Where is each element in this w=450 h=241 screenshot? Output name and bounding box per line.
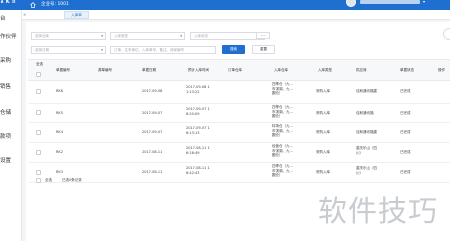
cell-date: 2017-09-07 (142, 130, 163, 134)
app-logo: ∧ K ㅍ (0, 0, 17, 5)
sidebar-item-sales[interactable]: 销售 (0, 82, 22, 90)
table-row[interactable]: RK2 2017-08-11 2017-08-11 1 6:16:49 经营仓（… (28, 143, 450, 163)
table-row[interactable]: RK5 2017-09-07 2017-09-07 1 6:20:09 四季仓（… (28, 104, 450, 123)
cell-supplier: 佳和通讯福建 (356, 89, 377, 93)
cell-expected: 2017-09-08 1 1:13:22 (186, 85, 210, 94)
tabs-bar: × 入库单 (22, 10, 450, 20)
cell-status: 已完成 (400, 150, 411, 154)
batch-action-button[interactable]: 已选0条记录 (62, 178, 82, 183)
more-filters-button[interactable]: ... (256, 32, 270, 39)
row-checkbox[interactable] (36, 89, 41, 94)
cell-in-warehouse: 特场仓（九… 市滨湖，九… 圆仓） (272, 124, 293, 137)
cell-supplier: 重庆乐山（四 川） (356, 146, 377, 155)
reset-button[interactable]: 重置 (252, 45, 275, 54)
cell-supplier: 重庆乐山（四 川） (356, 166, 377, 175)
header-status: 单据状态 (400, 68, 414, 72)
chevron-down-icon[interactable]: ▾ (423, 0, 425, 4)
user-name-bar[interactable] (360, 0, 420, 4)
header-select-all: 全选 (36, 62, 43, 66)
cell-expected: 2017-08-11 1 6:16:49 (186, 146, 210, 155)
close-icon[interactable]: × (23, 12, 27, 17)
header-expected: 预计入库时间 (188, 68, 209, 72)
sidebar-item-purchase[interactable]: 采购 (0, 56, 22, 64)
row-checkbox[interactable] (36, 110, 41, 115)
cell-status: 已完成 (400, 111, 411, 115)
date-range-field[interactable]: 选择日期 ▾ (31, 46, 106, 54)
cell-date: 2017-09-07 (142, 111, 163, 115)
chevron-down-icon: ▾ (180, 34, 182, 38)
avatar[interactable] (346, 0, 356, 7)
cell-code[interactable]: RK5 (56, 111, 63, 116)
status-select[interactable]: 入库状态 ▾ (190, 32, 265, 40)
cell-code[interactable]: RK6 (56, 89, 63, 94)
cell-type: 采购入库 (316, 150, 330, 154)
header-order-warehouse: 订单仓库 (228, 68, 242, 72)
cell-date: 2017-08-11 (142, 170, 163, 174)
cell-in-warehouse: 四季仓（九… 市滨湖，九… 圆仓） (272, 82, 293, 95)
sidebar-item-home[interactable]: 台 (0, 14, 22, 22)
footer-select-all-checkbox[interactable] (36, 178, 41, 183)
header-in-warehouse: 入库仓库 (274, 68, 288, 72)
cell-in-warehouse: 四季仓（九… 市滨湖，九… 圆仓） (272, 164, 293, 177)
cell-supplier: 佳和通讯福 (356, 111, 374, 115)
order-type-placeholder: 入库类型 (114, 34, 128, 38)
header-type: 入库类型 (318, 68, 332, 72)
status-placeholder: 入库状态 (194, 34, 208, 38)
home-icon[interactable] (30, 1, 36, 8)
header-actions: 操作 (438, 68, 445, 72)
header-supplier: 供应商 (356, 68, 367, 72)
cell-code[interactable]: RK4 (56, 130, 63, 135)
top-bar: ∧ K ㅍ 企业号: 1001 ▾ (0, 0, 450, 10)
cell-expected: 2017-09-07 1 6:20:09 (186, 107, 210, 116)
cell-expected: 2017-08-11 1 6:42:43 (186, 166, 210, 175)
table-footer: 全选 已选0条记录 (28, 175, 228, 185)
warehouse-select[interactable]: 选择仓库 ▾ (31, 32, 106, 40)
cell-type: 采购入库 (316, 130, 330, 134)
warehouse-placeholder: 选择仓库 (35, 34, 49, 38)
header-source: 源单编号 (98, 68, 112, 72)
table-row[interactable]: RK6 2017-09-08 2017-09-08 1 1:13:22 四季仓（… (28, 81, 450, 104)
header-date: 单据日期 (142, 68, 156, 72)
keyword-search-input[interactable]: 订单、往来单位、入库单号、备注、商家编号 (110, 46, 216, 54)
sidebar-item-payments[interactable]: 款项 (0, 132, 22, 140)
sidebar-item-warehouse[interactable]: 仓储 (0, 108, 22, 116)
order-type-select[interactable]: 入库类型 ▾ (110, 32, 185, 40)
row-checkbox[interactable] (36, 150, 41, 155)
settings-circle-icon[interactable] (443, 28, 450, 40)
cell-code[interactable]: RK3 (56, 170, 63, 175)
cell-expected: 2017-09-07 1 6:13:13 (186, 126, 210, 135)
keyword-placeholder: 订单、往来单位、入库单号、备注、商家编号 (114, 48, 184, 52)
cell-code[interactable]: RK2 (56, 150, 63, 155)
sidebar: 台 作伙伴 采购 销售 仓储 款项 设置 (0, 10, 22, 241)
table-row[interactable]: RK4 2017-09-07 2017-09-07 1 6:13:13 特场仓（… (28, 123, 450, 143)
cell-type: 采购入库 (316, 170, 330, 174)
cell-in-warehouse: 四季仓（九… 市滨湖，九… 圆仓） (272, 105, 293, 118)
cell-date: 2017-08-11 (142, 150, 163, 154)
cell-status: 已完成 (400, 89, 411, 93)
search-button[interactable]: 搜索 (222, 45, 245, 54)
company-label: 企业号: 1001 (41, 2, 69, 7)
watermark-text: 软件技巧 (318, 194, 439, 228)
cell-status: 已完成 (400, 170, 411, 174)
select-all-checkbox[interactable] (36, 72, 41, 77)
cell-status: 已完成 (400, 130, 411, 134)
cell-in-warehouse: 经营仓（九… 市滨湖，九… 圆仓） (272, 144, 293, 157)
header-code: 单据编号 (56, 68, 70, 72)
footer-select-all-label: 全选 (45, 178, 52, 182)
sidebar-item-settings[interactable]: 设置 (0, 156, 22, 164)
cell-type: 采购入库 (316, 89, 330, 93)
chevron-down-icon: ▾ (101, 48, 103, 52)
cell-date: 2017-09-08 (142, 89, 163, 93)
cell-type: 采购入库 (316, 111, 330, 115)
sidebar-item-partners[interactable]: 作伙伴 (0, 32, 22, 40)
table-header: 全选 单据编号 源单编号 单据日期 预计入库时间 订单仓库 入库仓库 入库类型 … (28, 59, 450, 81)
cell-supplier: 佳和通讯福建 (356, 130, 377, 134)
row-checkbox[interactable] (36, 130, 41, 135)
tab-inbound-order[interactable]: 入库单 (64, 11, 89, 19)
chevron-down-icon: ▾ (101, 34, 103, 38)
date-placeholder: 选择日期 (35, 48, 49, 52)
